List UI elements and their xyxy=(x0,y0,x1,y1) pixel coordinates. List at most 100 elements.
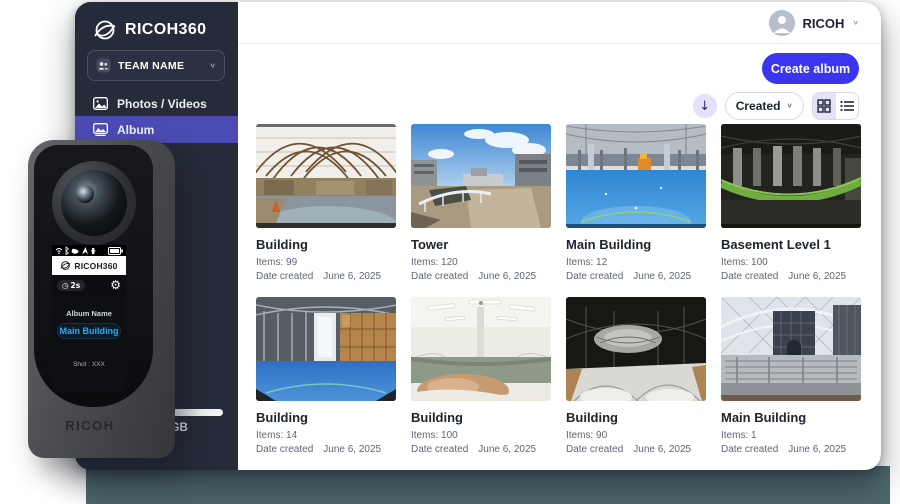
album-thumbnail xyxy=(721,124,861,228)
album-date-value: June 6, 2025 xyxy=(478,271,536,282)
timer-value: 2s xyxy=(71,281,81,290)
album-title: Building xyxy=(256,410,396,425)
chevron-down-icon: ∨ xyxy=(786,102,793,110)
timer-indicator: ◷ 2s xyxy=(57,280,85,291)
ricoh360-logo-icon xyxy=(60,260,71,271)
sort-by-label: Created xyxy=(736,99,781,113)
grid-view-button[interactable] xyxy=(813,93,835,119)
album-card[interactable]: Building Items: 100 Date created June 6,… xyxy=(411,297,551,455)
app-logo: RICOH360 xyxy=(93,18,206,42)
album-items-count: Items: 1 xyxy=(721,430,861,441)
camera-screen-main: Album Name Main Building Shot : XXX xyxy=(52,295,126,392)
camera-album-name-label: Album Name xyxy=(52,295,126,318)
album-title: Building xyxy=(566,410,706,425)
album-date-row: Date created June 6, 2025 xyxy=(566,271,706,282)
album-date-label: Date created xyxy=(256,444,313,455)
camera-screen-logo-text: RICOH360 xyxy=(74,261,117,271)
battery-icon xyxy=(108,247,123,255)
view-toggle xyxy=(812,92,859,120)
album-date-row: Date created June 6, 2025 xyxy=(256,444,396,455)
album-card[interactable]: Tower Items: 120 Date created June 6, 20… xyxy=(411,124,551,282)
ricoh360-camera-device: RICOH360 ◷ 2s ⚙ Album Name Main Building… xyxy=(28,140,175,458)
album-items-count: Items: 14 xyxy=(256,430,396,441)
album-date-value: June 6, 2025 xyxy=(478,444,536,455)
album-items-count: Items: 120 xyxy=(411,257,551,268)
camera-screen: RICOH360 ◷ 2s ⚙ Album Name Main Building… xyxy=(52,245,126,392)
camera-lens-pupil xyxy=(76,185,94,203)
album-date-row: Date created June 6, 2025 xyxy=(411,444,551,455)
album-thumbnail xyxy=(256,297,396,401)
photos-icon xyxy=(93,97,108,110)
list-icon xyxy=(840,100,854,112)
app-logo-text: RICOH360 xyxy=(125,21,206,39)
main-content: RICOH ∨ Create album ↓ Created ∨ xyxy=(238,2,881,470)
album-date-row: Date created June 6, 2025 xyxy=(411,271,551,282)
album-thumbnail xyxy=(256,124,396,228)
team-name-label: TEAM NAME xyxy=(118,60,202,72)
album-card[interactable]: Building Items: 14 Date created June 6, … xyxy=(256,297,396,455)
sidebar-item-album[interactable]: Album xyxy=(75,116,238,143)
album-date-label: Date created xyxy=(721,271,778,282)
team-selector[interactable]: TEAM NAME ∨ xyxy=(87,50,225,81)
album-date-row: Date created June 6, 2025 xyxy=(566,444,706,455)
album-date-label: Date created xyxy=(566,271,623,282)
album-date-row: Date created June 6, 2025 xyxy=(721,444,861,455)
camera-album-name-value: Main Building xyxy=(57,323,121,339)
album-items-count: Items: 100 xyxy=(721,257,861,268)
album-date-value: June 6, 2025 xyxy=(788,444,846,455)
sort-by-dropdown[interactable]: Created ∨ xyxy=(725,92,804,120)
account-menu[interactable]: RICOH ∨ xyxy=(769,10,859,36)
album-card[interactable]: Main Building Items: 1 Date created June… xyxy=(721,297,861,455)
camera-lens-glass xyxy=(61,170,127,236)
album-card[interactable]: Building Items: 99 Date created June 6, … xyxy=(256,124,396,282)
camera-shot-counter: Shot : XXX xyxy=(52,361,126,368)
album-card[interactable]: Basement Level 1 Items: 100 Date created… xyxy=(721,124,861,282)
camera-screen-logo: RICOH360 xyxy=(52,256,126,275)
camera-lens xyxy=(52,161,136,245)
chevron-down-icon: ∨ xyxy=(209,62,216,70)
album-card[interactable]: Main Building Items: 12 Date created Jun… xyxy=(566,124,706,282)
album-date-label: Date created xyxy=(566,444,623,455)
album-thumbnail xyxy=(566,297,706,401)
album-date-label: Date created xyxy=(256,271,313,282)
album-date-row: Date created June 6, 2025 xyxy=(256,271,396,282)
album-items-count: Items: 90 xyxy=(566,430,706,441)
album-title: Basement Level 1 xyxy=(721,237,861,252)
album-date-value: June 6, 2025 xyxy=(323,271,381,282)
sidebar-item-label: Album xyxy=(117,123,154,137)
create-album-button[interactable]: Create album xyxy=(762,53,859,84)
avatar xyxy=(769,10,795,36)
album-card[interactable]: Building Items: 90 Date created June 6, … xyxy=(566,297,706,455)
sort-direction-button[interactable]: ↓ xyxy=(693,94,717,118)
camera-screen-controls: ◷ 2s ⚙ xyxy=(52,275,126,295)
album-date-value: June 6, 2025 xyxy=(323,444,381,455)
album-title: Tower xyxy=(411,237,551,252)
gear-icon: ⚙ xyxy=(110,278,121,292)
camera-status-bar xyxy=(52,245,126,256)
album-items-count: Items: 99 xyxy=(256,257,396,268)
album-date-value: June 6, 2025 xyxy=(788,271,846,282)
top-bar: RICOH ∨ xyxy=(238,2,881,44)
album-items-count: Items: 12 xyxy=(566,257,706,268)
album-date-label: Date created xyxy=(411,444,468,455)
album-date-label: Date created xyxy=(411,271,468,282)
list-controls: ↓ Created ∨ xyxy=(693,92,859,120)
album-date-label: Date created xyxy=(721,444,778,455)
surface-shadow-band xyxy=(86,466,890,504)
album-title: Main Building xyxy=(721,410,861,425)
album-icon xyxy=(93,123,108,136)
grid-icon xyxy=(817,99,831,113)
album-title: Building xyxy=(411,410,551,425)
sidebar-item-label: Photos / Videos xyxy=(117,97,207,111)
camera-brand-label: RICOH xyxy=(28,418,152,433)
album-grid: Building Items: 99 Date created June 6, … xyxy=(256,124,861,455)
sidebar-item-photos-videos[interactable]: Photos / Videos xyxy=(75,90,238,117)
album-thumbnail xyxy=(411,297,551,401)
ricoh360-logo-icon xyxy=(93,18,117,42)
chevron-down-icon: ∨ xyxy=(852,19,859,27)
team-icon xyxy=(96,58,111,73)
album-title: Building xyxy=(256,237,396,252)
album-thumbnail xyxy=(566,124,706,228)
camera-status-icons xyxy=(55,246,97,255)
list-view-button[interactable] xyxy=(835,93,858,119)
